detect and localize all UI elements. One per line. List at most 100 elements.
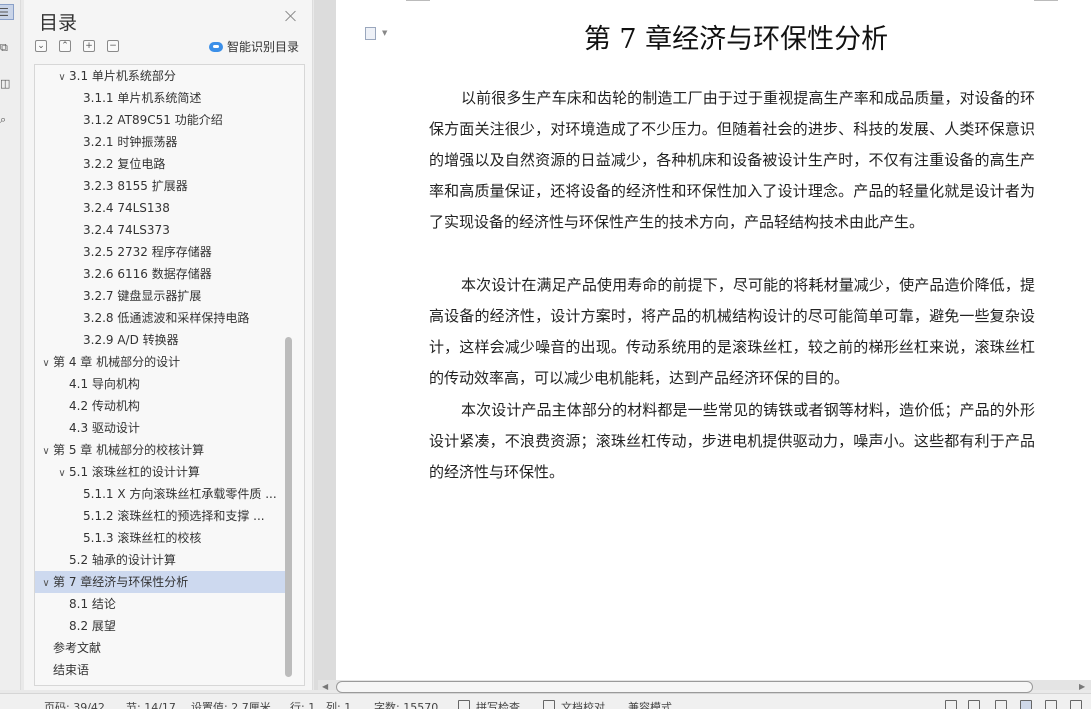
toc-item-label: 5.1 滚珠丝杠的设计计算 <box>69 465 200 479</box>
toc-item-label: 第 5 章 机械部分的校核计算 <box>53 443 205 457</box>
toc-item[interactable]: ∨ 5.1 滚珠丝杠的设计计算 <box>35 461 285 483</box>
doc-check-button[interactable]: 文档校对 <box>561 699 605 709</box>
section-number: 节: 14/17 <box>126 701 176 709</box>
toc-item[interactable]: 3.1.2 AT89C51 功能介绍 <box>35 109 285 131</box>
toc-item-label: 8.2 展望 <box>69 619 116 633</box>
page-number[interactable]: 页码: 39/42 <box>44 699 105 709</box>
collapse-all-icon[interactable]: ⌄ <box>35 40 47 52</box>
smart-toc-label: 智能识别目录 <box>227 40 300 54</box>
toc-item-label: 3.2.2 复位电路 <box>83 157 166 171</box>
toc-item[interactable]: 5.1.1 X 方向滚珠丝杠承载零件质 ... <box>35 483 285 505</box>
cloud-icon <box>209 41 223 52</box>
toc-item[interactable]: 3.2.4 74LS138 <box>35 197 285 219</box>
toc-item[interactable]: 3.2.5 2732 程序存储器 <box>35 241 285 263</box>
toc-item[interactable]: 8.1 结论 <box>35 593 285 615</box>
toc-item[interactable]: 3.2.1 时钟振荡器 <box>35 131 285 153</box>
web-view-icon[interactable] <box>1045 700 1057 709</box>
toc-item[interactable]: 3.2.3 8155 扩展器 <box>35 175 285 197</box>
scroll-left-icon[interactable]: ◀ <box>322 682 328 691</box>
toc-item-label: 3.2.1 时钟振荡器 <box>83 135 178 149</box>
toc-item-label: 第 4 章 机械部分的设计 <box>53 355 181 369</box>
toc-item-label: 5.2 轴承的设计计算 <box>69 553 176 567</box>
toc-item[interactable]: 5.1.3 滚珠丝杠的校核 <box>35 527 285 549</box>
toc-item[interactable]: 3.2.9 A/D 转换器 <box>35 329 285 351</box>
chevron-down-icon[interactable]: ∨ <box>39 441 53 461</box>
toc-item-label: 3.1.1 单片机系统简述 <box>83 91 202 105</box>
spell-check-icon <box>458 700 470 709</box>
chapter-title: 第 7 章经济与环保性分析 <box>583 24 889 55</box>
toc-view-icon[interactable]: ☰ <box>0 4 14 20</box>
toc-item-label: 结束语 <box>53 663 90 677</box>
toc-item[interactable]: 3.2.8 低通滤波和采样保持电路 <box>35 307 285 329</box>
toc-item[interactable]: 结束语 <box>35 659 285 681</box>
add-heading-icon[interactable]: + <box>83 40 95 52</box>
toc-item-label: 3.2.9 A/D 转换器 <box>83 333 179 347</box>
toc-item[interactable]: ∨ 第 5 章 机械部分的校核计算 <box>35 439 285 461</box>
toc-item[interactable]: 4.1 导向机构 <box>35 373 285 395</box>
toc-item[interactable]: 5.1.2 滚珠丝杠的预选择和支撑 ... <box>35 505 285 527</box>
word-count[interactable]: 字数: 15570 <box>374 699 438 709</box>
spell-check-button[interactable]: 拼写检查 <box>476 699 520 709</box>
fullscreen-icon[interactable] <box>945 700 957 709</box>
chapter-icon[interactable]: ◫ <box>0 76 14 92</box>
scroll-right-icon[interactable]: ▶ <box>1079 682 1085 691</box>
side-rail: ☰ ⧉ ◫ ⌕ <box>0 0 21 690</box>
read-mode-icon[interactable] <box>968 700 980 709</box>
toc-item[interactable]: 3.2.2 复位电路 <box>35 153 285 175</box>
toc-item[interactable]: 5.2 轴承的设计计算 <box>35 549 285 571</box>
search-icon[interactable]: ⌕ <box>0 112 14 128</box>
toc-item[interactable]: 4.2 传动机构 <box>35 395 285 417</box>
paragraph: 本次设计在满足产品使用寿命的前提下，尽可能的将耗材量减少，使产品造价降低，提高设… <box>429 276 1035 387</box>
toc-item-label: 3.2.4 74LS373 <box>83 223 170 237</box>
toc-item-label: 8.1 结论 <box>69 597 116 611</box>
toc-item-label: 第 7 章经济与环保性分析 <box>53 575 189 589</box>
chevron-down-icon[interactable]: ∨ <box>39 573 53 593</box>
toc-tree: ∨ 3.1 单片机系统部分 3.1.1 单片机系统简述 3.1.2 AT89C51 功… <box>34 64 305 686</box>
toc-item[interactable]: 3.2.4 74LS373 <box>35 219 285 241</box>
toc-item[interactable]: 参考文献 <box>35 637 285 659</box>
chevron-down-icon[interactable]: ▼ <box>382 29 387 37</box>
toc-item-label: 3.2.8 低通滤波和采样保持电路 <box>83 311 250 325</box>
toc-item[interactable]: 3.2.7 键盘显示器扩展 <box>35 285 285 307</box>
smart-toc-button[interactable]: 智能识别目录 <box>209 38 299 55</box>
status-bar: 页码: 39/42 节: 14/17 设置值: 2.7厘米 行: 1 列: 1 … <box>0 693 1091 709</box>
compat-mode: 兼容模式 <box>628 701 672 709</box>
toc-title: 目录 <box>39 12 78 34</box>
page-corner-marker <box>406 0 430 1</box>
word-processor-window: ☰ ⧉ ◫ ⌕ 目录 ⌄ ⌃ + − 智能识别目录 ∨ 3.1 单片机系统部分 3.… <box>0 0 1091 709</box>
toc-scrollbar[interactable] <box>285 337 292 677</box>
toc-item[interactable]: 3.1.1 单片机系统简述 <box>35 87 285 109</box>
toc-item[interactable]: ∨ 第 4 章 机械部分的设计 <box>35 351 285 373</box>
chevron-down-icon[interactable]: ∨ <box>55 463 69 483</box>
remove-heading-icon[interactable]: − <box>107 40 119 52</box>
paragraph: 本次设计产品主体部分的材料都是一些常见的铸铁或者钢等材料，造价低；产品的外形设计… <box>429 401 1035 481</box>
outline-view-icon[interactable] <box>995 700 1007 709</box>
document-icon[interactable] <box>365 27 376 40</box>
bookmark-icon[interactable]: ⧉ <box>0 40 14 56</box>
toc-item-label: 3.2.4 74LS138 <box>83 201 170 215</box>
toc-item-label: 4.1 导向机构 <box>69 377 140 391</box>
horizontal-scroll-thumb[interactable] <box>336 681 1033 693</box>
toc-item[interactable]: ∨ 第 7 章经济与环保性分析 <box>35 571 285 593</box>
row-number: 行: 1 <box>290 701 316 709</box>
toc-item-label: 3.1.2 AT89C51 功能介绍 <box>83 113 223 127</box>
toc-item-label: 3.2.7 键盘显示器扩展 <box>83 289 202 303</box>
toc-item-label: 4.2 传动机构 <box>69 399 140 413</box>
expand-up-icon[interactable]: ⌃ <box>59 40 71 52</box>
paragraph: 以前很多生产车床和齿轮的制造工厂由于过于重视提高生产率和成品质量，对设备的环保方… <box>429 89 1035 231</box>
close-icon[interactable] <box>284 9 298 23</box>
toc-item[interactable]: ∨ 3.1 单片机系统部分 <box>35 65 285 87</box>
chevron-down-icon[interactable]: ∨ <box>39 353 53 373</box>
chevron-down-icon[interactable]: ∨ <box>55 67 69 87</box>
toc-item[interactable]: 4.3 驱动设计 <box>35 417 285 439</box>
toc-item[interactable]: 3.2.6 6116 数据存储器 <box>35 263 285 285</box>
toc-item-label: 3.2.6 6116 数据存储器 <box>83 267 212 281</box>
toc-item-label: 5.1.2 滚珠丝杠的预选择和支撑 ... <box>83 509 265 523</box>
page-view-icon[interactable] <box>1020 700 1032 709</box>
toc-item[interactable]: 8.2 展望 <box>35 615 285 637</box>
page-corner-marker <box>1034 0 1058 1</box>
toc-item-label: 3.2.3 8155 扩展器 <box>83 179 188 193</box>
doc-check-icon <box>543 700 555 709</box>
write-mode-icon[interactable] <box>1070 700 1082 709</box>
toc-item-label: 5.1.3 滚珠丝杠的校核 <box>83 531 202 545</box>
